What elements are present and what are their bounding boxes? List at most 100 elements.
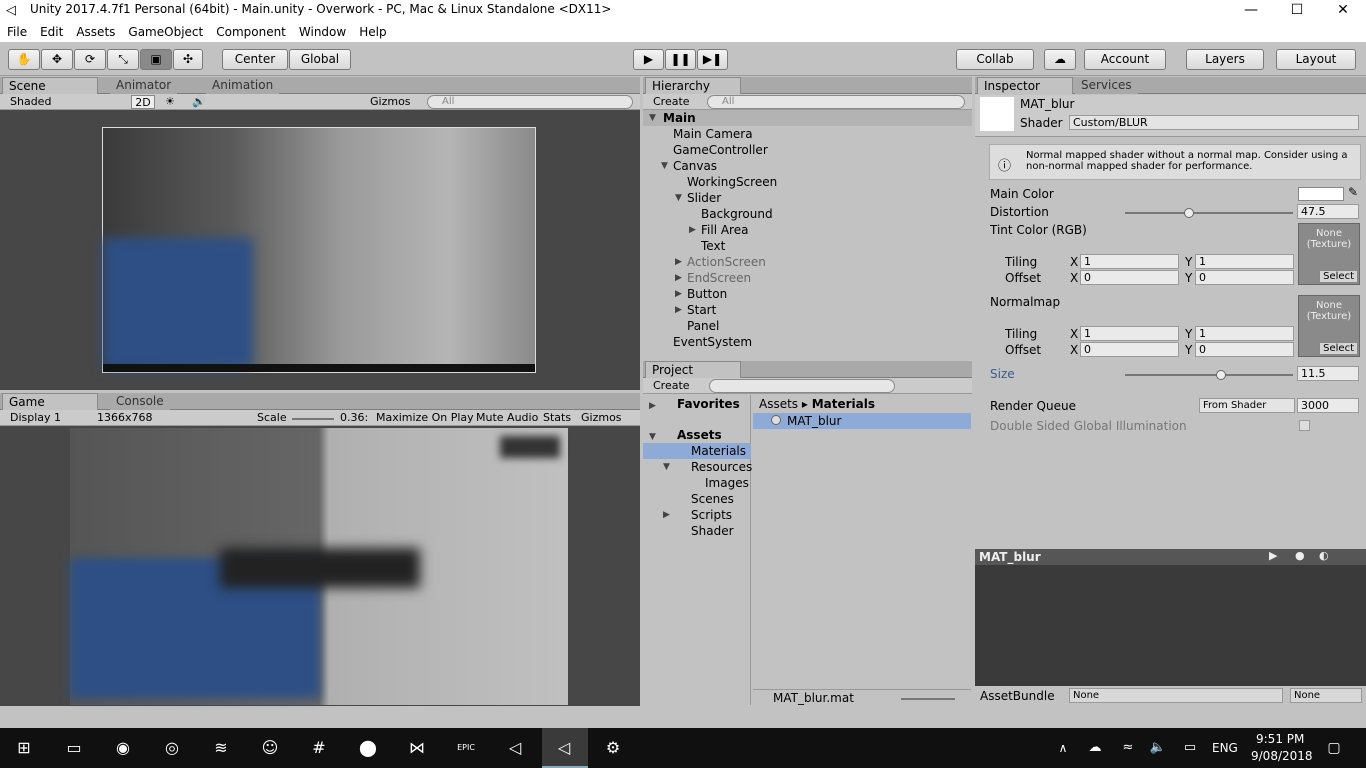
layout-dropdown[interactable]: Layout — [1276, 49, 1356, 70]
hierarchy-item-start[interactable]: Start — [687, 303, 716, 317]
asset-row-selected[interactable]: MAT_blur — [753, 413, 971, 429]
tint-tiling-y[interactable]: 1 — [1195, 254, 1294, 269]
distortion-slider-knob[interactable] — [1183, 208, 1194, 218]
pause-button[interactable]: ❚❚ — [665, 49, 696, 70]
minimize-button[interactable]: — — [1228, 0, 1274, 22]
hierarchy-create-dropdown[interactable]: Create — [653, 95, 690, 109]
rotate-tool-button[interactable]: ⟳ — [74, 49, 106, 70]
breadcrumb-assets[interactable]: Assets — [759, 397, 798, 411]
epic-games-icon[interactable]: EPIC — [454, 737, 478, 759]
tab-console[interactable]: Console — [110, 393, 170, 410]
audio-toggle-icon[interactable]: 🔊 — [192, 95, 206, 109]
tab-hierarchy[interactable]: Hierarchy — [645, 77, 741, 94]
hierarchy-item-fill-area[interactable]: Fill Area — [701, 223, 748, 237]
normalmap-texture-slot[interactable]: None (Texture) Select — [1298, 295, 1360, 357]
size-value[interactable]: 11.5 — [1297, 366, 1359, 381]
tab-project[interactable]: Project — [645, 361, 741, 378]
folder-images[interactable]: Images — [705, 476, 749, 490]
scene-gizmos-dropdown[interactable]: Gizmos — [370, 95, 411, 109]
hierarchy-item-text[interactable]: Text — [701, 239, 725, 253]
main-color-swatch[interactable] — [1298, 187, 1344, 201]
tint-offset-x[interactable]: 0 — [1080, 270, 1179, 285]
layers-dropdown[interactable]: Layers — [1186, 49, 1264, 70]
play-button[interactable]: ▶ — [633, 49, 664, 70]
preview-sphere-icon[interactable]: ● — [1295, 549, 1305, 562]
hand-tool-button[interactable]: ✋ — [8, 49, 40, 70]
language-indicator[interactable]: ENG — [1212, 741, 1238, 755]
tab-game[interactable]: Game — [2, 393, 98, 410]
hierarchy-item-background[interactable]: Background — [701, 207, 773, 221]
step-button[interactable]: ▶❚ — [697, 49, 728, 70]
tab-animation[interactable]: Animation — [206, 77, 280, 94]
project-search-input[interactable] — [709, 379, 895, 393]
normal-offset-y[interactable]: 0 — [1195, 342, 1294, 357]
icon-size-slider[interactable] — [901, 698, 955, 700]
size-slider-knob[interactable] — [1215, 370, 1226, 380]
hierarchy-item-workingscreen[interactable]: WorkingScreen — [687, 175, 777, 189]
wifi-icon[interactable]: ≈ — [1116, 737, 1140, 759]
collab-dropdown[interactable]: Collab — [956, 49, 1034, 70]
folder-scenes[interactable]: Scenes — [691, 492, 734, 506]
normalmap-select-button[interactable]: Select — [1319, 342, 1358, 355]
pivot-global-button[interactable]: Global — [289, 49, 351, 70]
distortion-slider[interactable] — [1125, 212, 1293, 214]
menu-edit[interactable]: Edit — [33, 22, 69, 39]
hierarchy-item-eventsystem[interactable]: EventSystem — [673, 335, 752, 349]
favorites-label[interactable]: Favorites — [677, 397, 740, 411]
hierarchy-item-actionscreen[interactable]: ActionScreen — [687, 255, 766, 269]
assetbundle-variant-dropdown[interactable]: None — [1290, 688, 1362, 703]
clock-time[interactable]: 9:51 PM — [1256, 732, 1304, 746]
folder-materials[interactable]: Materials — [691, 444, 746, 458]
normal-tiling-y[interactable]: 1 — [1195, 326, 1294, 341]
display-dropdown[interactable]: Display 1 — [10, 411, 86, 425]
mode-2d-toggle[interactable]: 2D — [131, 95, 155, 109]
mute-audio-toggle[interactable]: Mute Audio — [476, 411, 538, 425]
cloud-icon[interactable]: ☁ — [1044, 49, 1076, 70]
scene-search-input[interactable]: All — [427, 95, 633, 109]
tint-tiling-x[interactable]: 1 — [1080, 254, 1179, 269]
size-slider[interactable] — [1125, 374, 1293, 376]
maximize-button[interactable]: ☐ — [1274, 0, 1320, 22]
resolution-dropdown[interactable]: 1366x768 — [97, 411, 249, 425]
stats-toggle[interactable]: Stats — [543, 411, 571, 425]
tint-texture-slot[interactable]: None (Texture) Select — [1298, 223, 1360, 285]
settings-gear-icon[interactable]: ⚙ — [601, 737, 625, 759]
tint-offset-y[interactable]: 0 — [1195, 270, 1294, 285]
notifications-icon[interactable]: ▢ — [1322, 737, 1346, 759]
breadcrumb-materials[interactable]: Materials — [812, 397, 875, 411]
render-queue-dropdown[interactable]: From Shader — [1199, 398, 1295, 413]
move-tool-button[interactable]: ✥ — [41, 49, 73, 70]
hierarchy-item-endscreen[interactable]: EndScreen — [687, 271, 751, 285]
menu-file[interactable]: File — [0, 22, 33, 39]
clock-date[interactable]: 9/08/2018 — [1251, 749, 1313, 763]
menu-assets[interactable]: Assets — [69, 22, 121, 39]
scene-header-row[interactable]: ▼ Main — [643, 110, 972, 126]
rect-tool-button[interactable]: ▣ — [140, 49, 172, 70]
app-ring-icon[interactable]: ◎ — [160, 737, 184, 759]
normal-tiling-x[interactable]: 1 — [1080, 326, 1179, 341]
scale-slider[interactable] — [292, 418, 334, 420]
normal-offset-x[interactable]: 0 — [1080, 342, 1179, 357]
hierarchy-search-input[interactable]: All — [707, 95, 965, 109]
file-explorer-icon[interactable]: ▭ — [62, 737, 86, 759]
tab-inspector[interactable]: Inspector — [977, 77, 1073, 94]
scene-viewport[interactable] — [102, 127, 536, 373]
windows-start-icon[interactable]: ⊞ — [12, 737, 36, 759]
distortion-value[interactable]: 47.5 — [1297, 204, 1359, 219]
show-hidden-icons-chevron-icon[interactable]: ∧ — [1051, 737, 1075, 759]
render-queue-value[interactable]: 3000 — [1297, 398, 1359, 413]
tint-select-button[interactable]: Select — [1319, 270, 1358, 283]
hierarchy-item-slider[interactable]: Slider — [687, 191, 721, 205]
shading-mode-dropdown[interactable]: Shaded — [10, 95, 122, 109]
hierarchy-item-main-camera[interactable]: Main Camera — [673, 127, 753, 141]
menu-component[interactable]: Component — [209, 22, 292, 39]
tab-animator[interactable]: Animator — [110, 77, 178, 94]
hierarchy-item-button[interactable]: Button — [687, 287, 727, 301]
pivot-center-button[interactable]: Center — [222, 49, 288, 70]
hierarchy-item-canvas[interactable]: Canvas — [673, 159, 717, 173]
chrome-icon[interactable]: ◉ — [111, 737, 135, 759]
lighting-toggle-icon[interactable]: ☀ — [165, 95, 175, 109]
double-sided-gi-checkbox[interactable] — [1299, 420, 1310, 431]
discord-icon[interactable]: ☺ — [258, 737, 282, 759]
maps-icon[interactable]: ⬤ — [356, 737, 380, 759]
